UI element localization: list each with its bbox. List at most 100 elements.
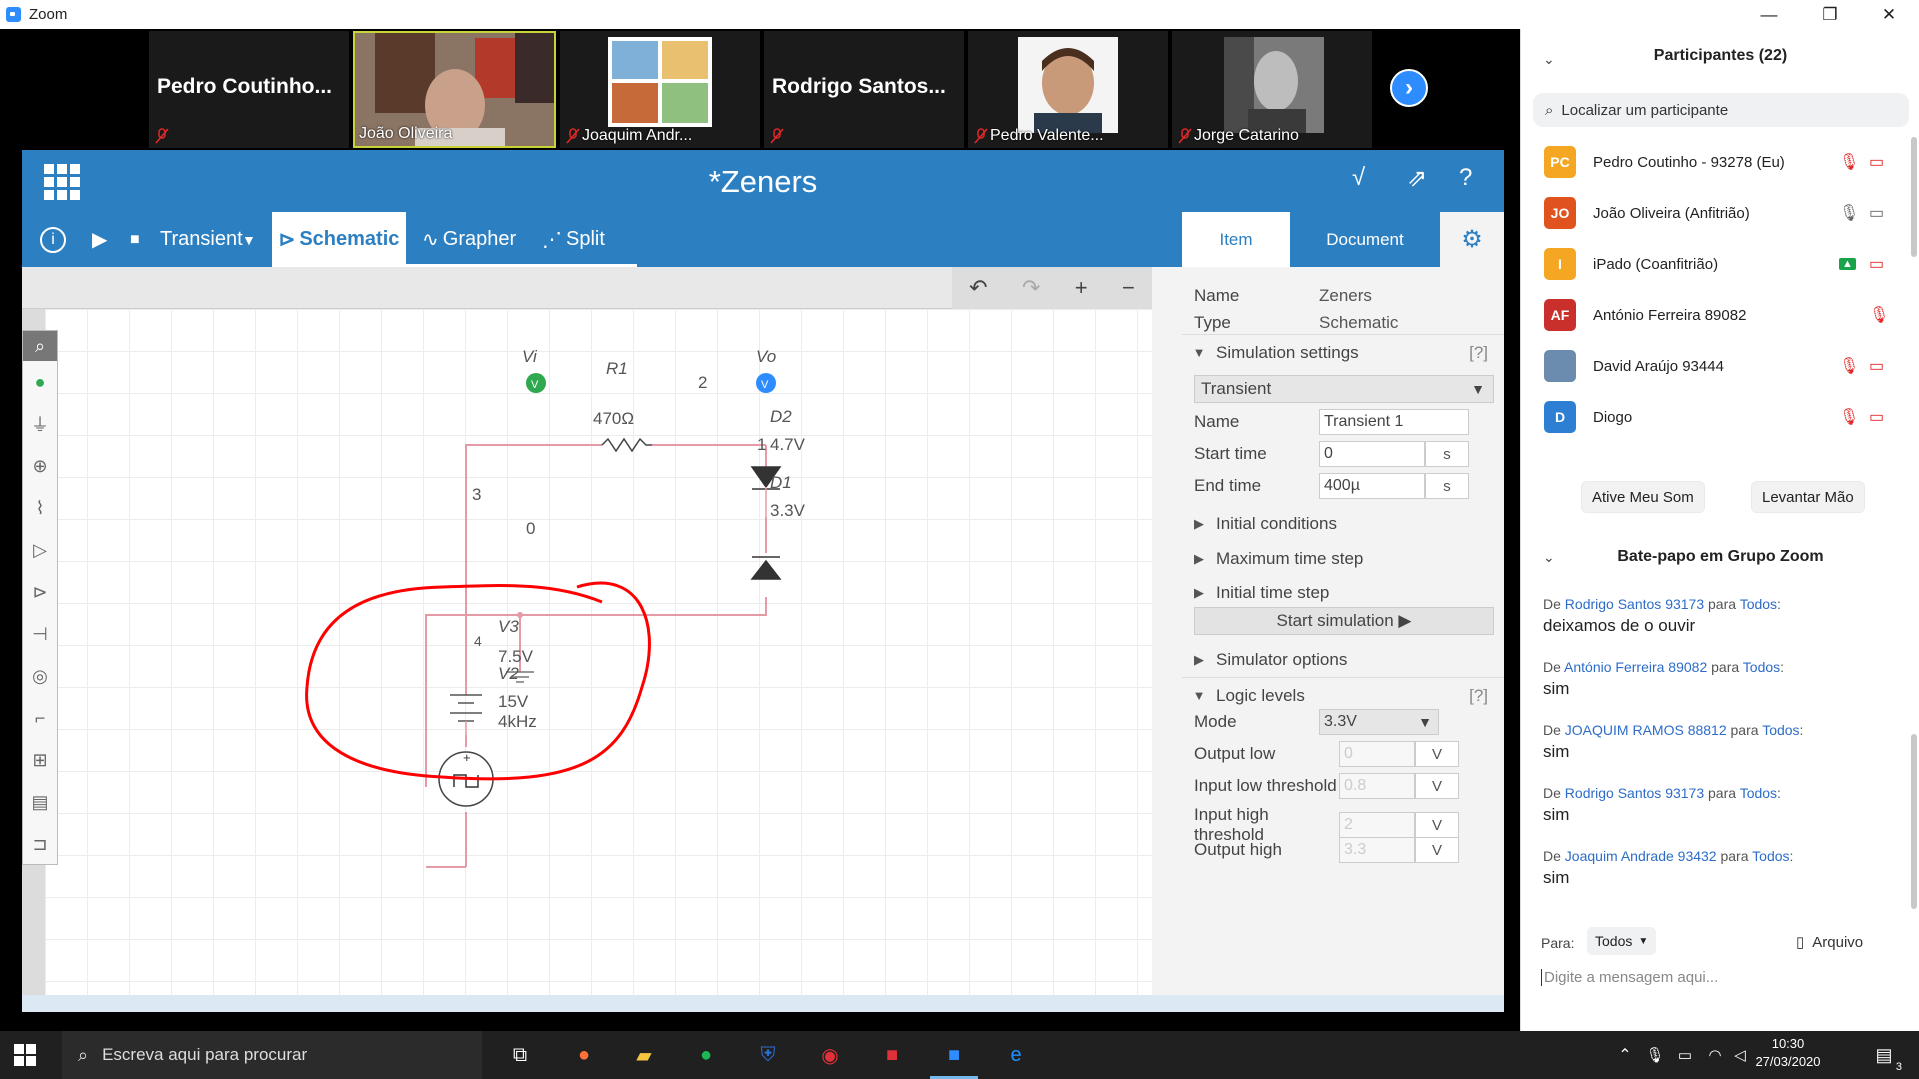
chevron-down-icon[interactable]: ▼ bbox=[242, 212, 256, 267]
file-explorer-icon[interactable]: ▰ bbox=[620, 1037, 668, 1073]
video-off-icon[interactable]: ▭ bbox=[1869, 152, 1884, 172]
spotify-icon[interactable]: ● bbox=[682, 1037, 730, 1073]
notification-center-icon[interactable]: ▤ 3 bbox=[1860, 1037, 1908, 1073]
unmute-button[interactable]: Ative Meu Som bbox=[1581, 481, 1705, 513]
help-icon[interactable]: ? bbox=[1459, 164, 1472, 192]
video-thumbnail[interactable]: Joaquim Andr... bbox=[560, 31, 760, 148]
chip-icon[interactable]: ▤ bbox=[23, 781, 57, 823]
maximize-button[interactable]: ❐ bbox=[1803, 0, 1857, 29]
participants-scrollbar[interactable] bbox=[1911, 137, 1917, 257]
tab-document[interactable]: Document bbox=[1290, 212, 1440, 267]
diode-icon[interactable]: ⊳ bbox=[23, 571, 57, 613]
mic-muted-icon[interactable]: 🎙︎ bbox=[1839, 152, 1859, 172]
search-icon[interactable]: ⌕ bbox=[23, 331, 57, 361]
start-simulation-button[interactable]: Start simulation ▶ bbox=[1194, 607, 1494, 635]
chat-message-input[interactable]: Digite a mensagem aqui... bbox=[1541, 969, 1901, 986]
task-view-icon[interactable]: ⧉ bbox=[496, 1037, 544, 1073]
video-thumbnail-active[interactable]: João Oliveira bbox=[353, 31, 556, 148]
video-off-icon[interactable]: ▭ bbox=[1869, 407, 1884, 427]
output-high-input[interactable]: 3.3 bbox=[1339, 837, 1415, 863]
tab-item[interactable]: Item bbox=[1182, 212, 1290, 267]
mic-muted-icon[interactable]: 🎙︎ bbox=[1869, 305, 1889, 325]
probe-icon[interactable]: ● bbox=[23, 361, 57, 403]
zoom-taskbar-icon[interactable]: ■ bbox=[930, 1037, 978, 1079]
ground-icon[interactable]: ⏚ bbox=[23, 403, 57, 445]
input-high-threshold-input[interactable]: 2 bbox=[1339, 812, 1415, 838]
next-page-button[interactable]: › bbox=[1390, 69, 1428, 107]
resistor-icon[interactable]: ⌇ bbox=[23, 487, 57, 529]
raise-hand-button[interactable]: Levantar Mão bbox=[1751, 481, 1865, 513]
battery-icon[interactable]: ▭ bbox=[1670, 1037, 1700, 1073]
participant-search-input[interactable]: ⌕ Localizar um participante bbox=[1533, 93, 1909, 127]
simulation-name-input[interactable]: Transient 1 bbox=[1319, 409, 1469, 435]
section-initial-conditions[interactable]: ▶ Initial conditions bbox=[1182, 506, 1504, 542]
video-off-icon[interactable]: ▭ bbox=[1869, 254, 1884, 274]
video-thumbnail[interactable]: Pedro Valente... bbox=[968, 31, 1168, 148]
video-off-icon[interactable]: ▭ bbox=[1869, 356, 1884, 376]
export-icon[interactable]: ⇗ bbox=[1407, 164, 1427, 193]
chat-text: sim bbox=[1543, 805, 1570, 824]
sqrt-icon[interactable]: √ bbox=[1352, 164, 1365, 192]
help-link[interactable]: [?] bbox=[1469, 686, 1488, 706]
transistor-icon[interactable]: ⊣ bbox=[23, 613, 57, 655]
creative-cloud-icon[interactable]: ◉ bbox=[806, 1037, 854, 1073]
close-button[interactable]: ✕ bbox=[1862, 0, 1916, 29]
participant-row[interactable]: David Araújo 93444 🎙︎ ▭ bbox=[1521, 341, 1901, 391]
taskbar-clock[interactable]: 10:30 27/03/2020 bbox=[1748, 1035, 1828, 1071]
section-initial-time-step[interactable]: ▶ Initial time step bbox=[1182, 575, 1504, 611]
chat-scrollbar[interactable] bbox=[1911, 734, 1917, 909]
logic-mode-select[interactable]: 3.3V ▼ bbox=[1319, 709, 1439, 735]
share-screen-icon[interactable]: ▲ bbox=[1839, 258, 1856, 270]
video-thumbnail[interactable]: Jorge Catarino bbox=[1172, 31, 1372, 148]
tab-schematic[interactable]: ⊳ Schematic bbox=[272, 212, 406, 267]
mic-icon[interactable]: 🎙︎ bbox=[1839, 203, 1859, 223]
play-button[interactable]: ▶ bbox=[92, 212, 107, 267]
simulation-type-select[interactable]: Transient ▼ bbox=[1194, 375, 1494, 403]
tab-split[interactable]: ⋰ Split bbox=[542, 212, 605, 267]
output-low-input[interactable]: 0 bbox=[1339, 741, 1415, 767]
system-tray-arrow-icon[interactable]: ⌃ bbox=[1610, 1037, 1640, 1073]
start-time-input[interactable]: 0 bbox=[1319, 441, 1425, 467]
switch-icon[interactable]: ⌐ bbox=[23, 697, 57, 739]
lamp-icon[interactable]: ◎ bbox=[23, 655, 57, 697]
firefox-icon[interactable]: ● bbox=[560, 1037, 608, 1073]
mic-muted-icon[interactable]: 🎙︎ bbox=[1839, 356, 1859, 376]
windows-start-icon[interactable] bbox=[14, 1044, 36, 1066]
end-time-input[interactable]: 400µ bbox=[1319, 473, 1425, 499]
section-simulator-options[interactable]: ▶ Simulator options bbox=[1182, 642, 1504, 678]
participant-row[interactable]: PC Pedro Coutinho - 93278 (Eu) 🎙︎ ▭ bbox=[1521, 137, 1901, 187]
gate-icon[interactable]: ⊐ bbox=[23, 823, 57, 865]
section-logic-levels[interactable]: ▼ Logic levels [?] bbox=[1182, 677, 1504, 713]
taskbar-search[interactable]: ⌕ Escreva aqui para procurar bbox=[62, 1031, 482, 1079]
wifi-icon[interactable]: ◠ bbox=[1700, 1037, 1730, 1073]
gear-icon[interactable]: ⚙ bbox=[1440, 212, 1504, 267]
tab-grapher[interactable]: ∿ Grapher bbox=[422, 212, 516, 267]
analysis-mode-select[interactable]: Transient bbox=[160, 212, 243, 267]
input-low-threshold-input[interactable]: 0.8 bbox=[1339, 773, 1415, 799]
stop-button[interactable]: ■ bbox=[130, 212, 140, 267]
participant-row[interactable]: AF António Ferreira 89082 🎙︎ bbox=[1521, 290, 1901, 340]
section-simulation-settings[interactable]: ▼ Simulation settings [?] bbox=[1182, 334, 1504, 370]
section-max-time-step[interactable]: ▶ Maximum time step bbox=[1182, 541, 1504, 577]
participant-row[interactable]: D Diogo 🎙︎ ▭ bbox=[1521, 392, 1901, 442]
file-button[interactable]: ▯ Arquivo bbox=[1796, 933, 1863, 952]
recipient-select[interactable]: Todos ▼ bbox=[1587, 927, 1657, 955]
edge-icon[interactable]: e bbox=[992, 1037, 1040, 1073]
video-icon[interactable]: ▭ bbox=[1869, 203, 1884, 223]
label-r1-value: 470Ω bbox=[593, 409, 635, 428]
info-button[interactable]: i bbox=[40, 212, 66, 267]
participant-row[interactable]: I iPado (Coanfitrião) ▲ ▭ bbox=[1521, 239, 1901, 289]
microphone-icon[interactable]: 🎙︎ bbox=[1640, 1037, 1670, 1073]
source-icon[interactable]: ⊕ bbox=[23, 445, 57, 487]
bitwarden-icon[interactable]: ⛨ bbox=[744, 1037, 792, 1073]
video-thumbnail[interactable]: Rodrigo Santos... bbox=[764, 31, 964, 148]
schematic-canvas[interactable]: ↶ ↷ + − + V V Vi R1 470Ω 2 Vo D2 4.7V 1 … bbox=[22, 267, 1152, 995]
video-thumbnail[interactable]: Pedro Coutinho... bbox=[149, 31, 349, 148]
logic-icon[interactable]: ⊞ bbox=[23, 739, 57, 781]
amplifier-icon[interactable]: ▷ bbox=[23, 529, 57, 571]
mic-muted-icon[interactable]: 🎙︎ bbox=[1839, 407, 1859, 427]
participant-row[interactable]: JO João Oliveira (Anfitrião) 🎙︎ ▭ bbox=[1521, 188, 1901, 238]
minimize-button[interactable]: — bbox=[1742, 0, 1796, 29]
help-link[interactable]: [?] bbox=[1469, 343, 1488, 363]
expressvpn-icon[interactable]: ■ bbox=[868, 1037, 916, 1073]
